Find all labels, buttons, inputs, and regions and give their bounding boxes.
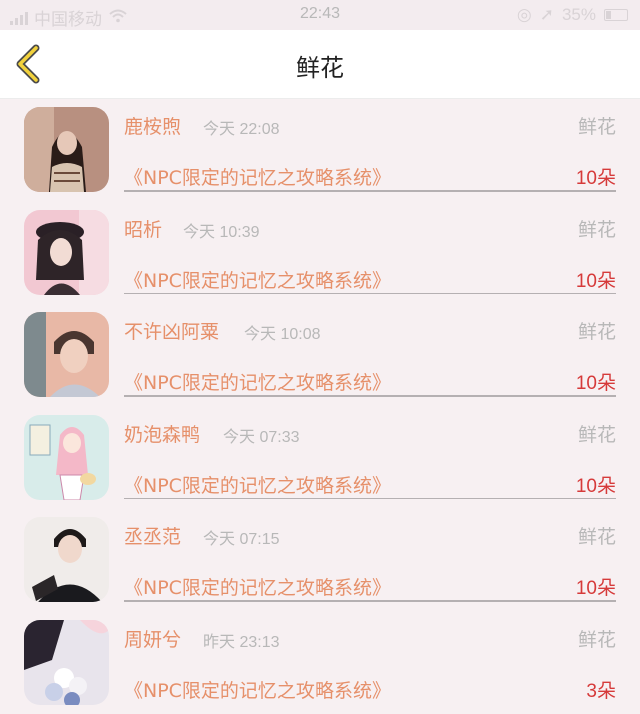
user-name[interactable]: 不许凶阿粟 xyxy=(124,317,219,344)
back-button[interactable] xyxy=(12,44,46,84)
divider xyxy=(124,190,616,192)
user-name[interactable]: 奶泡森鸭 xyxy=(124,420,200,447)
status-bar: 中国移动 22:43 ◎ ➚ 35% xyxy=(0,0,640,30)
battery-icon xyxy=(604,9,628,21)
user-name[interactable]: 丞丞范 xyxy=(124,522,181,549)
book-title-link[interactable]: 《NPC限定的记忆之攻略系统》 xyxy=(124,266,391,293)
gift-time: 今天 22:08 xyxy=(203,115,280,139)
gift-type: 鲜花 xyxy=(578,625,616,652)
gift-count: 10朵 xyxy=(576,471,616,498)
gift-type: 鲜花 xyxy=(578,317,616,344)
divider xyxy=(124,395,616,397)
book-title-link[interactable]: 《NPC限定的记忆之攻略系统》 xyxy=(124,163,391,190)
avatar[interactable] xyxy=(24,415,109,500)
list-item[interactable]: 周妍兮 昨天 23:13 鲜花 《NPC限定的记忆之攻略系统》 3朵 xyxy=(0,612,640,714)
gift-count: 10朵 xyxy=(576,368,616,395)
gift-count: 3朵 xyxy=(586,676,616,703)
gift-type: 鲜花 xyxy=(578,522,616,549)
avatar[interactable] xyxy=(24,620,109,705)
divider xyxy=(124,600,616,602)
book-title-link[interactable]: 《NPC限定的记忆之攻略系统》 xyxy=(124,573,391,600)
location-icon: ➚ xyxy=(540,5,554,25)
gift-time: 今天 07:33 xyxy=(223,423,300,447)
avatar[interactable] xyxy=(24,107,109,192)
chevron-left-icon xyxy=(12,44,46,84)
page-title: 鲜花 xyxy=(0,48,640,83)
user-name[interactable]: 昭析 xyxy=(124,215,162,242)
list-item[interactable]: 昭析 今天 10:39 鲜花 《NPC限定的记忆之攻略系统》 10朵 xyxy=(0,202,640,305)
battery-percent: 35% xyxy=(562,5,596,25)
gift-time: 今天 10:39 xyxy=(183,218,260,242)
book-title-link[interactable]: 《NPC限定的记忆之攻略系统》 xyxy=(124,676,391,703)
list-item[interactable]: 丞丞范 今天 07:15 鲜花 《NPC限定的记忆之攻略系统》 10朵 xyxy=(0,509,640,612)
divider xyxy=(124,498,616,500)
lock-rotation-icon: ◎ xyxy=(517,5,532,25)
list-item[interactable]: 不许凶阿粟 今天 10:08 鲜花 《NPC限定的记忆之攻略系统》 10朵 xyxy=(0,304,640,407)
gift-type: 鲜花 xyxy=(578,215,616,242)
avatar[interactable] xyxy=(24,517,109,602)
gift-count: 10朵 xyxy=(576,573,616,600)
divider xyxy=(124,293,616,295)
avatar[interactable] xyxy=(24,210,109,295)
gift-count: 10朵 xyxy=(576,163,616,190)
gift-time: 昨天 23:13 xyxy=(203,628,280,652)
book-title-link[interactable]: 《NPC限定的记忆之攻略系统》 xyxy=(124,471,391,498)
gift-type: 鲜花 xyxy=(578,420,616,447)
nav-bar: 鲜花 xyxy=(0,30,640,99)
avatar[interactable] xyxy=(24,312,109,397)
list-item[interactable]: 鹿桉煦 今天 22:08 鲜花 《NPC限定的记忆之攻略系统》 10朵 xyxy=(0,99,640,202)
book-title-link[interactable]: 《NPC限定的记忆之攻略系统》 xyxy=(124,368,391,395)
gift-list: 鹿桉煦 今天 22:08 鲜花 《NPC限定的记忆之攻略系统》 10朵 昭析 今… xyxy=(0,99,640,714)
gift-count: 10朵 xyxy=(576,266,616,293)
gift-type: 鲜花 xyxy=(578,112,616,139)
user-name[interactable]: 鹿桉煦 xyxy=(124,112,181,139)
list-item[interactable]: 奶泡森鸭 今天 07:33 鲜花 《NPC限定的记忆之攻略系统》 10朵 xyxy=(0,407,640,510)
user-name[interactable]: 周妍兮 xyxy=(124,625,181,652)
gift-time: 今天 07:15 xyxy=(203,525,280,549)
gift-time: 今天 10:08 xyxy=(244,320,321,344)
